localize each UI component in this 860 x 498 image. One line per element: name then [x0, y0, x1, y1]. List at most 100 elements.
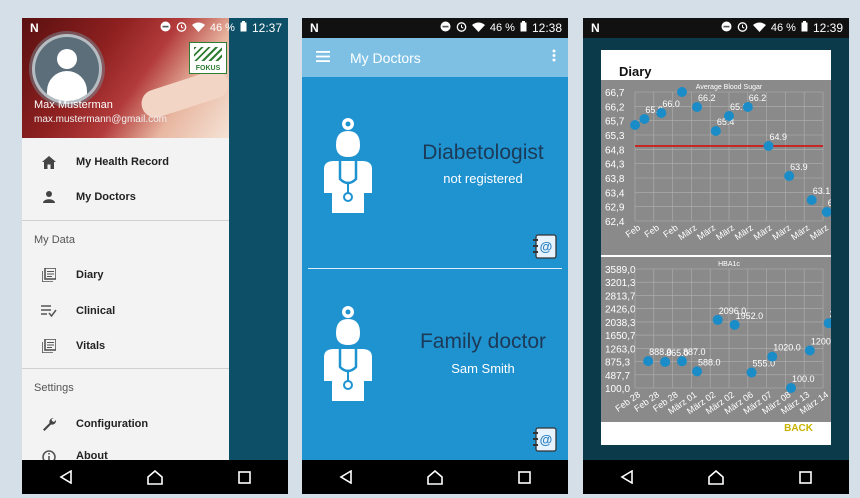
data-label: 63.9 — [790, 162, 808, 172]
y-tick-label: 66,2 — [605, 102, 625, 113]
data-point — [692, 366, 703, 377]
y-tick-label: 65,3 — [605, 131, 625, 142]
doctor-name: Sam Smith — [451, 361, 515, 376]
battery-icon — [240, 21, 247, 35]
alarm-icon — [456, 21, 467, 35]
menu-item-my-health-record[interactable]: My Health Record — [22, 145, 229, 179]
y-tick-label: 2038,3 — [605, 318, 636, 329]
avatar[interactable] — [32, 34, 102, 104]
y-tick-label: 1263,0 — [605, 344, 636, 355]
data-label: 64.9 — [769, 132, 787, 142]
x-tick-label: März — [676, 222, 699, 242]
recents-nav-icon[interactable] — [518, 470, 531, 484]
checklist-icon — [22, 305, 76, 317]
y-tick-label: 62,4 — [605, 217, 625, 228]
x-tick-label: März — [808, 222, 831, 242]
clock: 12:39 — [812, 21, 843, 35]
data-point — [823, 318, 834, 329]
card-divider — [308, 268, 562, 269]
status-bar: N 46 % 12:39 — [583, 18, 849, 38]
back-nav-icon[interactable] — [339, 470, 353, 484]
data-label: 1200.0 — [811, 336, 831, 346]
doctor-status: not registered — [443, 171, 523, 186]
home-nav-icon[interactable] — [147, 469, 164, 485]
clock: 12:38 — [531, 21, 562, 35]
home-icon — [22, 155, 76, 169]
notebook-icon — [22, 268, 76, 282]
hamburger-menu-icon[interactable] — [316, 49, 330, 67]
menu-item-my-doctors[interactable]: My Doctors — [22, 180, 229, 214]
x-tick-label: März — [695, 222, 718, 242]
x-tick-label: März — [733, 222, 756, 242]
menu-item-label: My Health Record — [76, 156, 169, 168]
data-label: 1952.0 — [736, 311, 764, 321]
contact-book-icon[interactable]: @ — [532, 426, 558, 457]
doctor-icon — [322, 305, 374, 406]
data-point — [656, 108, 667, 118]
contact-book-icon[interactable]: @ — [532, 233, 558, 264]
battery-icon — [801, 21, 808, 35]
clock: 12:37 — [251, 21, 282, 35]
home-nav-icon[interactable] — [708, 469, 725, 485]
y-tick-label: 487,7 — [605, 371, 630, 382]
back-button[interactable]: BACK — [784, 423, 813, 434]
dnd-icon — [721, 21, 732, 35]
data-label: 887.0 — [683, 347, 706, 357]
x-tick-label: März — [770, 222, 793, 242]
navigation-drawer: FOKUS Max Musterman max.mustermann@gmail… — [22, 18, 233, 460]
y-tick-label: 63,8 — [605, 174, 625, 185]
status-bar: N 46 % 12:38 — [302, 18, 568, 38]
phone-screen-my-doctors: N 46 % 12:38 My Doctors Diabetologist no… — [302, 18, 568, 494]
y-tick-label: 63,4 — [605, 188, 625, 199]
menu-item-configuration[interactable]: Configuration — [22, 407, 229, 441]
recents-nav-icon[interactable] — [799, 470, 812, 484]
back-nav-icon[interactable] — [59, 470, 73, 484]
home-nav-icon[interactable] — [427, 469, 444, 485]
chart-title: Average Blood Sugar — [696, 84, 763, 91]
data-point — [692, 102, 703, 112]
wifi-icon — [752, 22, 766, 35]
x-tick-label: Feb — [661, 222, 679, 239]
y-tick-label: 875,3 — [605, 358, 630, 369]
chart-title: HBA1c — [718, 261, 740, 268]
menu-item-about[interactable]: About — [22, 442, 229, 460]
menu-item-label: Clinical — [76, 305, 116, 317]
y-tick-label: 65,7 — [605, 117, 625, 128]
doctor-type: Family doctor — [419, 330, 547, 353]
dnd-icon — [160, 21, 171, 35]
data-point — [804, 345, 815, 356]
data-point — [742, 102, 753, 112]
data-point — [786, 383, 797, 393]
y-tick-label: 1650,7 — [605, 331, 636, 342]
recents-nav-icon[interactable] — [238, 470, 251, 484]
operator-logo: N — [591, 21, 600, 35]
menu-item-vitals[interactable]: Vitals — [22, 329, 229, 363]
back-nav-icon[interactable] — [620, 470, 634, 484]
data-point — [806, 195, 817, 205]
background-content — [229, 38, 288, 460]
menu-item-label: About — [76, 450, 108, 460]
data-point — [630, 120, 640, 130]
menu-item-label: Configuration — [76, 418, 149, 430]
menu-item-clinical[interactable]: Clinical — [22, 294, 229, 328]
data-label: 588.0 — [698, 357, 721, 367]
x-tick-label: März — [714, 222, 737, 242]
x-tick-label: Feb — [624, 222, 642, 239]
svg-text:@: @ — [540, 239, 553, 254]
overflow-menu-icon[interactable] — [552, 49, 556, 67]
wrench-icon — [22, 417, 76, 431]
system-nav-bar — [302, 460, 568, 494]
doctor-icon — [322, 117, 374, 218]
data-point — [767, 351, 778, 362]
doctor-card-diabetologist[interactable]: Diabetologist not registered @ — [302, 77, 568, 266]
app-bar: My Doctors — [302, 38, 568, 77]
phone-screen-menu: FOKUS Max Musterman max.mustermann@gmail… — [22, 18, 288, 494]
battery-level: 46 % — [209, 22, 235, 34]
data-point — [643, 356, 654, 367]
wifi-icon — [471, 22, 485, 35]
menu-item-diary[interactable]: Diary — [22, 258, 229, 292]
data-label: 62.7 — [828, 198, 831, 208]
doctor-card-family-doctor[interactable]: Family doctor Sam Smith @ — [302, 270, 568, 460]
user-name: Max Musterman — [34, 99, 113, 111]
y-tick-label: 3589,0 — [605, 265, 636, 276]
